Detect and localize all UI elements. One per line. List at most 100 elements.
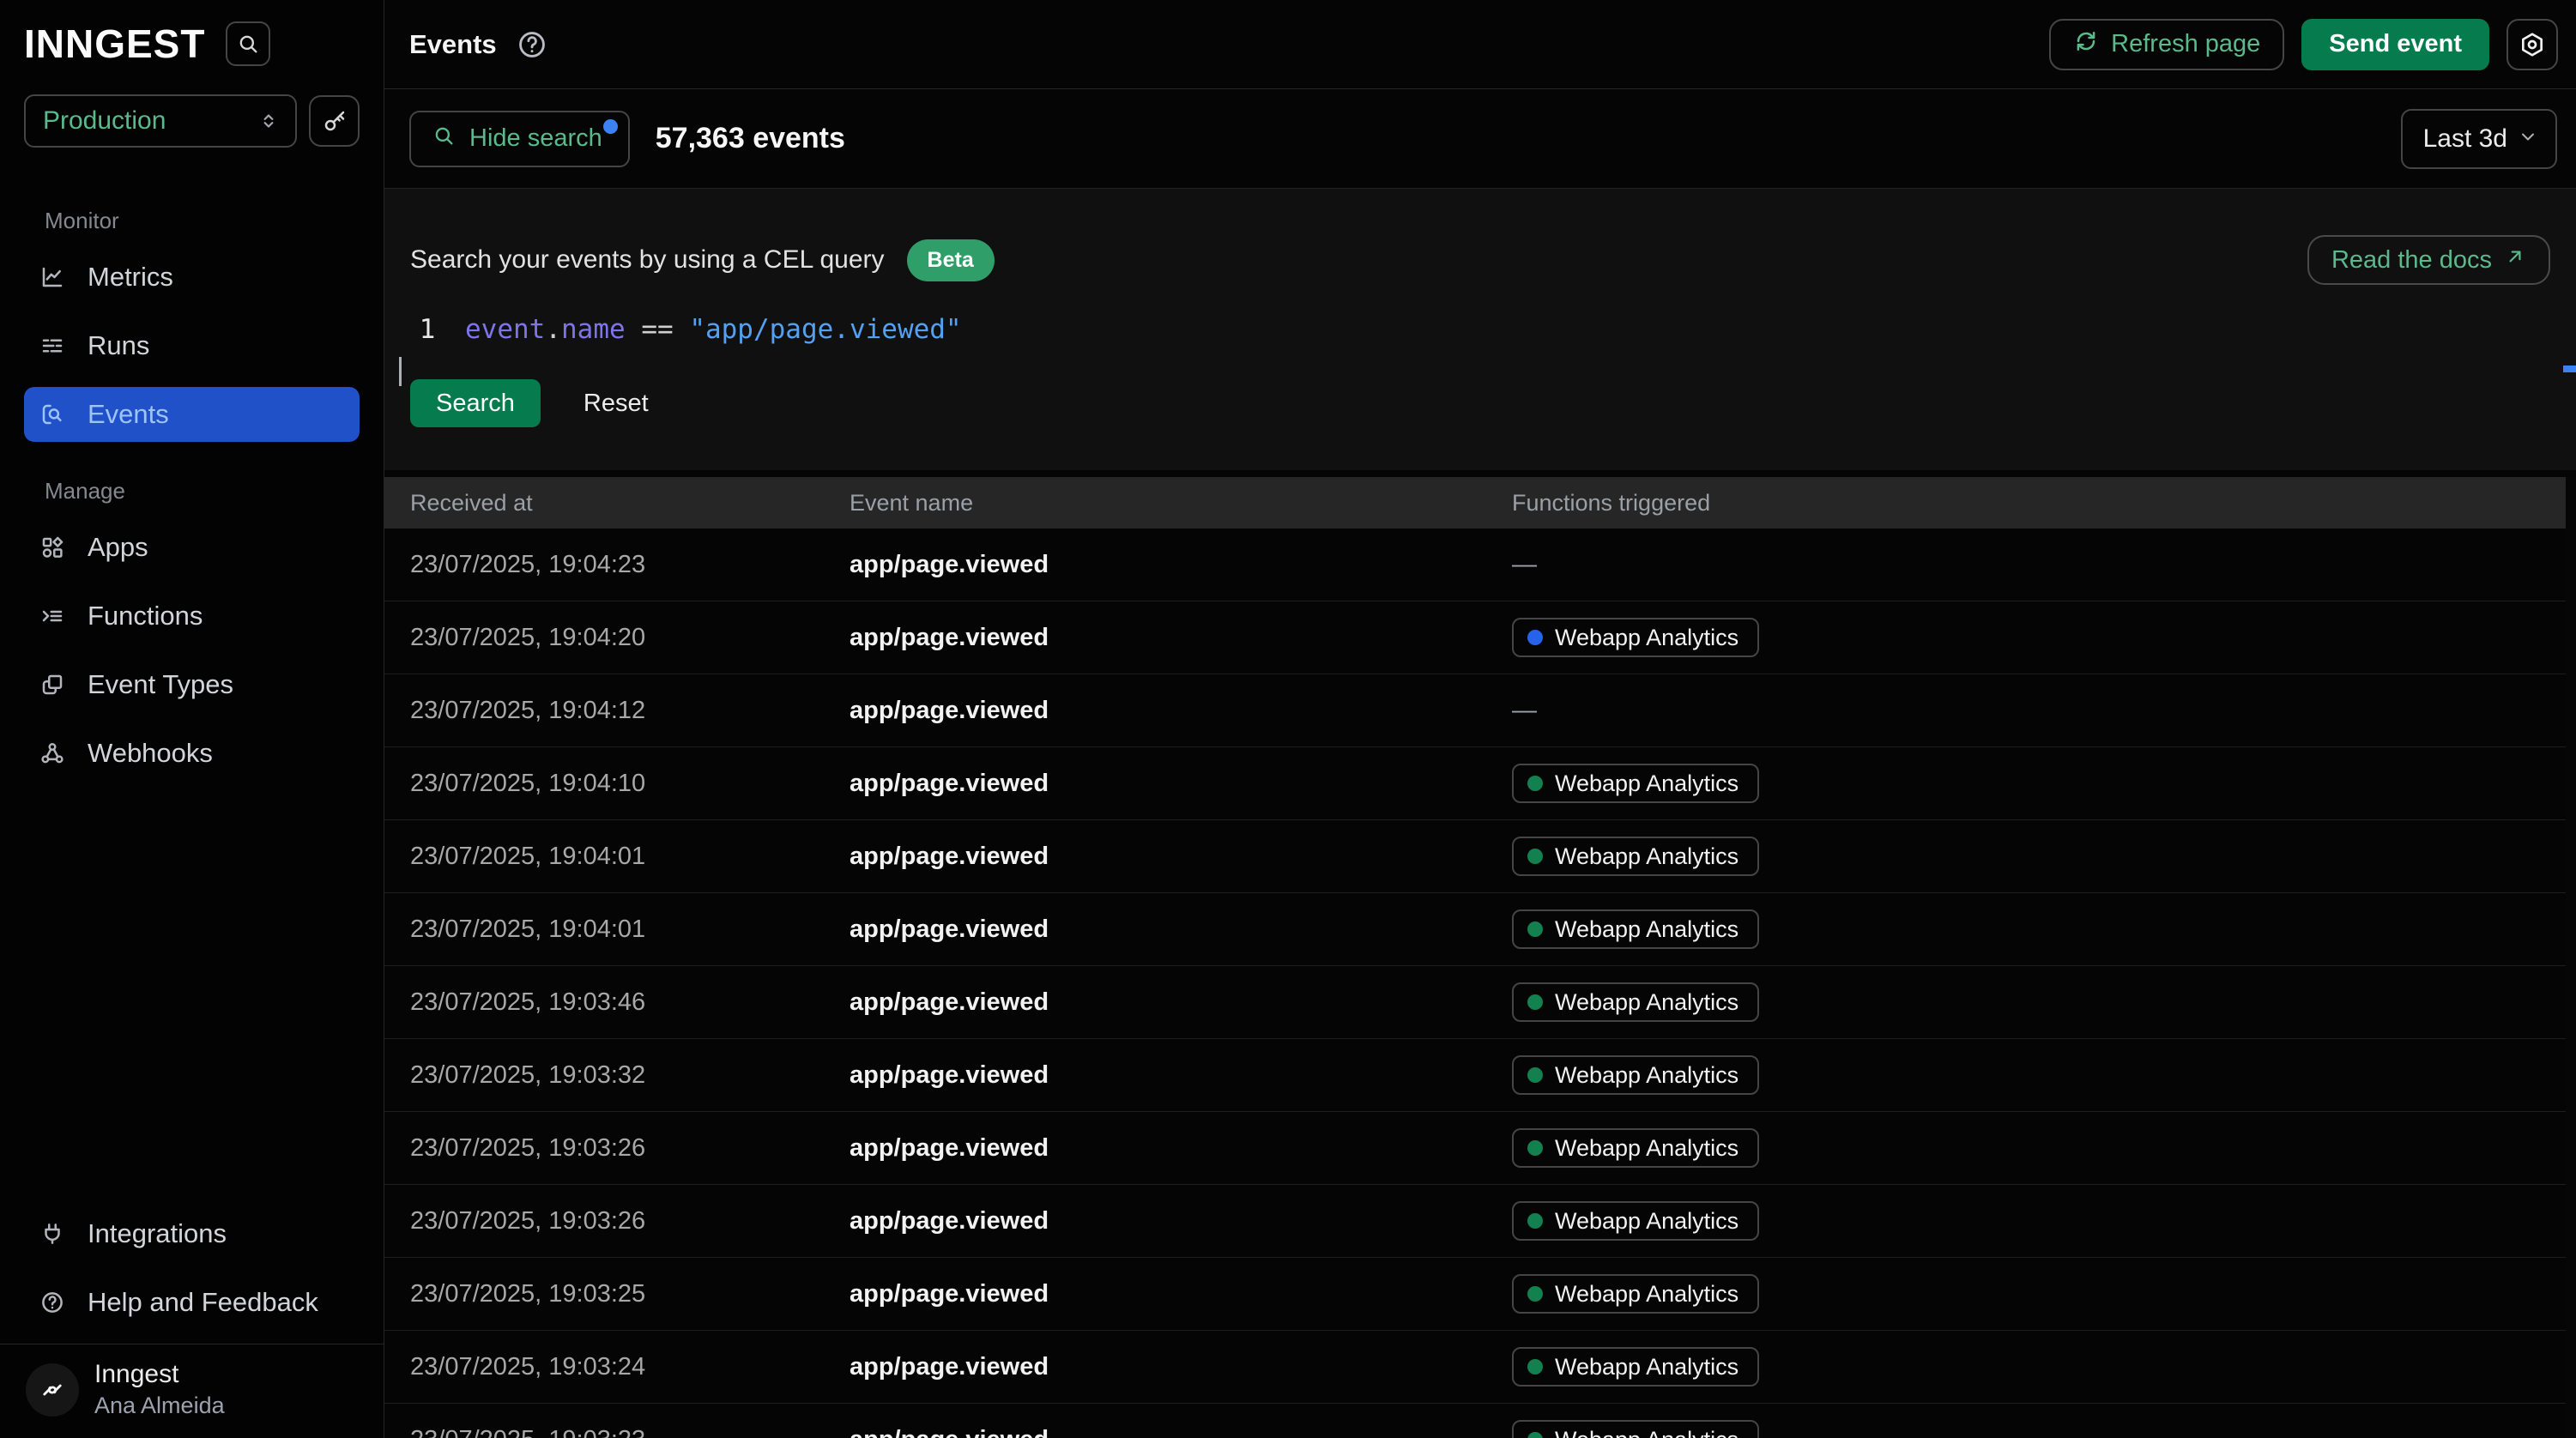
- cell-event-name: app/page.viewed: [850, 770, 1512, 798]
- cell-event-name: app/page.viewed: [850, 1134, 1512, 1163]
- badge-dot: [1527, 921, 1543, 937]
- editor-scrollbar-artifact: [399, 357, 402, 386]
- badge-label: Webapp Analytics: [1555, 1354, 1738, 1381]
- cell-event-name: app/page.viewed: [850, 624, 1512, 652]
- metrics-icon: [39, 264, 65, 290]
- sidebar: INNGEST Production Monitor: [0, 0, 384, 1438]
- table-row[interactable]: 23/07/2025, 19:03:24 app/page.viewed Web…: [384, 1331, 2576, 1404]
- table-row[interactable]: 23/07/2025, 19:03:26 app/page.viewed Web…: [384, 1185, 2576, 1258]
- function-badge[interactable]: Webapp Analytics: [1512, 982, 1759, 1022]
- function-badge[interactable]: Webapp Analytics: [1512, 909, 1759, 949]
- profile-org: Inngest: [94, 1360, 225, 1389]
- key-icon: [322, 108, 348, 134]
- function-badge[interactable]: Webapp Analytics: [1512, 1420, 1759, 1438]
- sidebar-item-help-and-feedback[interactable]: Help and Feedback: [24, 1275, 360, 1330]
- sidebar-search-button[interactable]: [226, 21, 270, 66]
- environment-row: Production: [24, 94, 360, 148]
- table-row[interactable]: 23/07/2025, 19:03:23 app/page.viewed Web…: [384, 1404, 2576, 1438]
- sidebar-item-metrics[interactable]: Metrics: [24, 250, 360, 305]
- event-count: 57,363 events: [656, 122, 845, 155]
- function-badge[interactable]: Webapp Analytics: [1512, 1055, 1759, 1095]
- table-row[interactable]: 23/07/2025, 19:04:10 app/page.viewed Web…: [384, 747, 2576, 820]
- read-docs-button[interactable]: Read the docs: [2307, 235, 2550, 285]
- cell-functions: Webapp Analytics: [1512, 1274, 2566, 1314]
- table-row[interactable]: 23/07/2025, 19:04:01 app/page.viewed Web…: [384, 820, 2576, 893]
- badge-label: Webapp Analytics: [1555, 625, 1738, 651]
- badge-dot: [1527, 1067, 1543, 1083]
- function-badge[interactable]: Webapp Analytics: [1512, 1201, 1759, 1241]
- table-row[interactable]: 23/07/2025, 19:03:32 app/page.viewed Web…: [384, 1039, 2576, 1112]
- environment-value: Production: [43, 106, 166, 136]
- hide-search-button[interactable]: Hide search: [409, 111, 630, 167]
- sidebar-item-events[interactable]: Events: [24, 387, 360, 442]
- badge-dot: [1527, 1359, 1543, 1375]
- time-range-selector[interactable]: Last 3d: [2401, 109, 2557, 169]
- function-badge[interactable]: Webapp Analytics: [1512, 1128, 1759, 1168]
- cell-received-at: 23/07/2025, 19:03:46: [410, 988, 850, 1017]
- sidebar-item-label: Metrics: [88, 262, 173, 293]
- sidebar-item-label: Help and Feedback: [88, 1287, 318, 1318]
- sidebar-item-label: Runs: [88, 330, 149, 361]
- cell-received-at: 23/07/2025, 19:03:24: [410, 1353, 850, 1381]
- cell-received-at: 23/07/2025, 19:04:12: [410, 697, 850, 725]
- inngest-logo: INNGEST: [24, 21, 205, 67]
- logo-row: INNGEST: [24, 21, 360, 67]
- table-row[interactable]: 23/07/2025, 19:04:12 app/page.viewed —: [384, 674, 2576, 747]
- function-badge[interactable]: Webapp Analytics: [1512, 618, 1759, 657]
- page-title: Events: [409, 29, 497, 60]
- code-line[interactable]: event.name == "app/page.viewed": [465, 314, 962, 345]
- cell-functions: Webapp Analytics: [1512, 837, 2566, 876]
- cell-functions: Webapp Analytics: [1512, 1128, 2566, 1168]
- function-badge[interactable]: Webapp Analytics: [1512, 1274, 1759, 1314]
- sidebar-item-label: Integrations: [88, 1218, 227, 1249]
- cell-event-name: app/page.viewed: [850, 988, 1512, 1017]
- cell-functions: Webapp Analytics: [1512, 909, 2566, 949]
- function-badge[interactable]: Webapp Analytics: [1512, 764, 1759, 803]
- table-row[interactable]: 23/07/2025, 19:03:46 app/page.viewed Web…: [384, 966, 2576, 1039]
- sidebar-item-functions[interactable]: Functions: [24, 589, 360, 643]
- table-row[interactable]: 23/07/2025, 19:04:20 app/page.viewed Web…: [384, 601, 2576, 674]
- profile-menu[interactable]: Inngest Ana Almeida: [24, 1344, 360, 1438]
- cell-received-at: 23/07/2025, 19:03:25: [410, 1280, 850, 1308]
- column-header-functions-triggered: Functions triggered: [1512, 490, 2566, 517]
- environment-selector[interactable]: Production: [24, 94, 297, 148]
- help-circle-icon: [39, 1290, 65, 1315]
- table-row[interactable]: 23/07/2025, 19:04:23 app/page.viewed —: [384, 529, 2576, 601]
- table-header: Received at Event name Functions trigger…: [384, 477, 2576, 529]
- table-row[interactable]: 23/07/2025, 19:03:26 app/page.viewed Web…: [384, 1112, 2576, 1185]
- avatar: [26, 1363, 79, 1417]
- page-help-icon[interactable]: [516, 28, 548, 61]
- table-scrollbar-gutter[interactable]: [2566, 477, 2576, 1438]
- badge-dot: [1527, 849, 1543, 864]
- badge-dot: [1527, 994, 1543, 1010]
- sidebar-item-event-types[interactable]: Event Types: [24, 657, 360, 712]
- send-event-button[interactable]: Send event: [2301, 19, 2489, 70]
- arrow-up-right-icon: [2504, 245, 2526, 275]
- function-badge[interactable]: Webapp Analytics: [1512, 837, 1759, 876]
- table-row[interactable]: 23/07/2025, 19:03:25 app/page.viewed Web…: [384, 1258, 2576, 1331]
- sidebar-item-integrations[interactable]: Integrations: [24, 1206, 360, 1261]
- event-keys-button[interactable]: [309, 95, 360, 147]
- sidebar-item-apps[interactable]: Apps: [24, 520, 360, 575]
- cell-received-at: 23/07/2025, 19:03:26: [410, 1207, 850, 1236]
- badge-dot: [1527, 1432, 1543, 1438]
- reset-button[interactable]: Reset: [584, 390, 649, 418]
- sidebar-item-webhooks[interactable]: Webhooks: [24, 726, 360, 781]
- refresh-page-button[interactable]: Refresh page: [2049, 19, 2284, 70]
- sidebar-item-runs[interactable]: Runs: [24, 318, 360, 373]
- table-row[interactable]: 23/07/2025, 19:04:01 app/page.viewed Web…: [384, 893, 2576, 966]
- cell-functions: Webapp Analytics: [1512, 618, 2566, 657]
- cell-received-at: 23/07/2025, 19:04:10: [410, 770, 850, 798]
- cell-event-name: app/page.viewed: [850, 1061, 1512, 1090]
- cel-query-editor[interactable]: 1 event.name == "app/page.viewed": [410, 314, 2550, 345]
- function-badge[interactable]: Webapp Analytics: [1512, 1347, 1759, 1387]
- search-button[interactable]: Search: [410, 379, 541, 427]
- cell-received-at: 23/07/2025, 19:03:23: [410, 1426, 850, 1438]
- cell-event-name: app/page.viewed: [850, 697, 1512, 725]
- read-docs-label: Read the docs: [2331, 246, 2492, 275]
- settings-button[interactable]: [2506, 19, 2558, 70]
- webhooks-icon: [39, 740, 65, 766]
- cell-received-at: 23/07/2025, 19:03:26: [410, 1134, 850, 1163]
- app-window: INNGEST Production Monitor: [0, 0, 2576, 1438]
- event-types-icon: [39, 672, 65, 698]
